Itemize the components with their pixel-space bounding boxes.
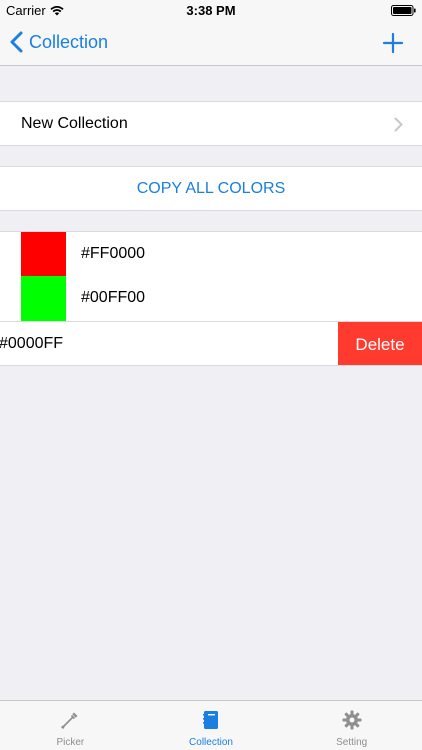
color-swatch xyxy=(21,232,66,277)
plus-icon[interactable] xyxy=(382,31,404,55)
color-row[interactable]: #FF0000 xyxy=(0,231,422,277)
delete-button[interactable]: Delete xyxy=(338,322,422,365)
tab-setting[interactable]: Setting xyxy=(281,701,422,750)
status-bar: Carrier 3:38 PM xyxy=(0,0,422,22)
chevron-left-icon xyxy=(10,31,23,53)
navigation-bar: Collection xyxy=(0,22,422,66)
tab-setting-label: Setting xyxy=(336,737,368,748)
notebook-icon xyxy=(203,711,218,729)
copy-all-colors-button[interactable]: COPY ALL COLORS xyxy=(0,166,422,211)
chevron-right-icon xyxy=(394,117,403,132)
color-swatch xyxy=(21,276,66,321)
tab-picker[interactable]: Picker xyxy=(0,701,141,750)
eyedropper-icon xyxy=(61,712,78,729)
color-hex-label: #00FF00 xyxy=(81,289,146,306)
status-time: 3:38 PM xyxy=(186,3,236,18)
gear-icon xyxy=(342,710,362,730)
battery-icon xyxy=(391,5,416,16)
new-collection-row[interactable]: New Collection xyxy=(0,101,422,146)
color-hex-label: #0000FF xyxy=(0,335,64,352)
back-button[interactable]: Collection xyxy=(10,31,108,53)
color-hex-label: #FF0000 xyxy=(81,245,146,262)
tab-collection[interactable]: Collection xyxy=(141,701,282,750)
color-row[interactable]: #00FF00 xyxy=(0,276,422,321)
copy-all-colors-label: COPY ALL COLORS xyxy=(136,180,286,197)
new-collection-label: New Collection xyxy=(21,115,128,132)
tab-bar: Picker Collection Setting xyxy=(0,700,422,750)
tab-picker-label: Picker xyxy=(56,737,85,748)
swiped-color-row[interactable]: #0000FF Delete xyxy=(0,321,422,366)
tab-collection-label: Collection xyxy=(189,737,233,748)
back-button-label: Collection xyxy=(29,31,109,52)
